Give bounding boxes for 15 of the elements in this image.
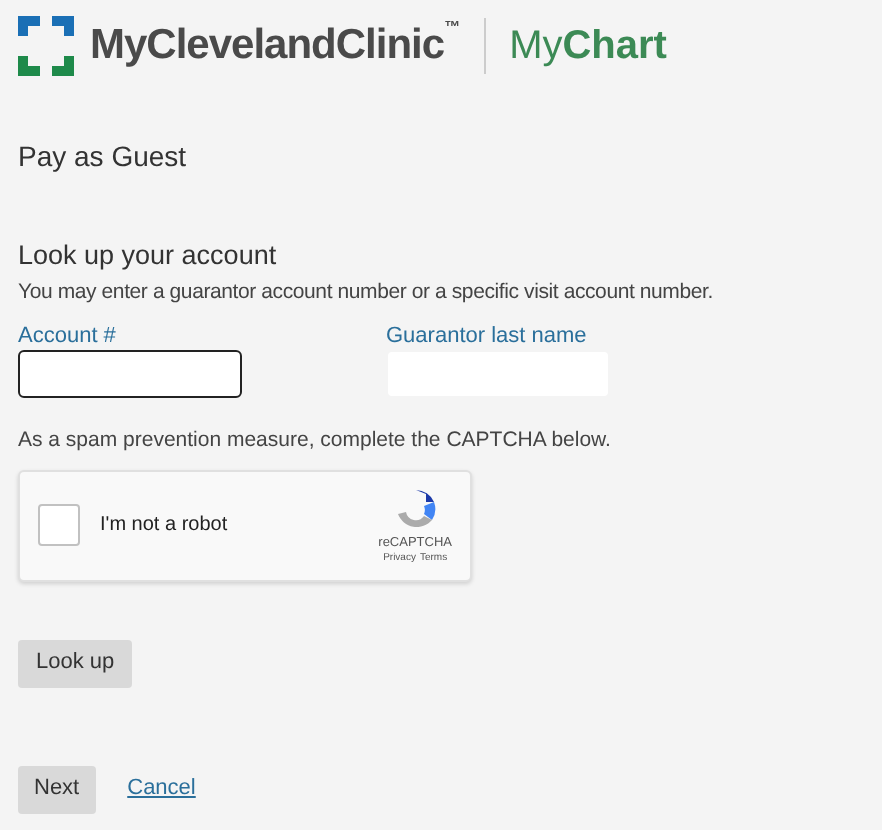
field-label: Guarantor last name [386,321,589,350]
next-button[interactable]: Next [18,765,96,813]
field-label: Account # [18,321,118,350]
input-field[interactable] [18,349,242,398]
cancel-link[interactable]: Cancel [127,772,196,806]
section-title: Look up your account [18,240,279,272]
captcha-checkbox[interactable] [38,504,80,546]
section-hint: You may enter a guarantor account number or a specific visit account number. [18,278,715,308]
captcha-note: As a spam prevention measure, complete the CAPTCHA below. [18,425,613,456]
brand-name: MyClevelandClinic™ [90,18,460,72]
product-name: MyChart [509,22,667,72]
lookup-button[interactable]: Look up [18,639,133,687]
captcha-label: I'm not a robot [100,512,228,540]
logo-icon [18,16,74,76]
page-title: Pay as Guest [18,138,189,176]
